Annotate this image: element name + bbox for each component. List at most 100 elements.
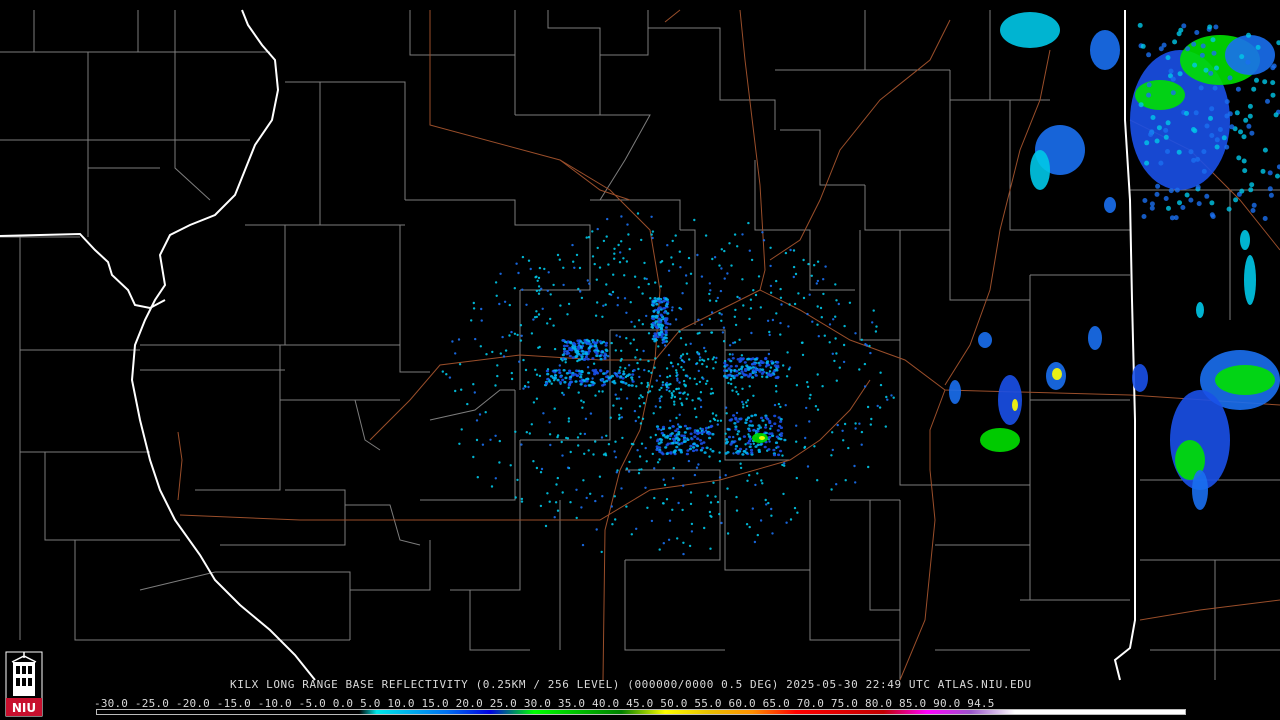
echo-cell [669, 361, 673, 364]
echo-cell [758, 364, 762, 367]
echo-cell [569, 375, 573, 379]
echo-cell [645, 460, 648, 463]
echo-cell [744, 369, 748, 373]
echo-cell [685, 452, 690, 456]
echo-cell [836, 423, 839, 427]
echo-cell [692, 446, 696, 449]
echo-cell [727, 435, 732, 439]
echo-cell [680, 442, 684, 445]
echo-cell [978, 332, 992, 348]
echo-cell [779, 321, 782, 325]
echo-cell [879, 383, 883, 387]
echo-cell [474, 337, 477, 341]
echo-cell [1166, 205, 1171, 211]
echo-cell [532, 401, 536, 404]
echo-cell [527, 385, 530, 389]
echo-cell [635, 385, 638, 388]
echo-cell [573, 342, 577, 346]
echo-cell [705, 446, 709, 450]
echo-cell [654, 433, 657, 437]
echo-cell [775, 312, 778, 315]
echo-cell [731, 357, 735, 360]
echo-cell [682, 440, 686, 444]
echo-cell [1165, 120, 1171, 126]
echo-cell [626, 223, 629, 226]
echo-cell [559, 375, 563, 379]
echo-cell [541, 307, 544, 310]
echo-cell [494, 434, 497, 437]
echo-cell [661, 425, 666, 429]
echo-cell [647, 391, 650, 394]
echo-cell [669, 451, 673, 454]
echo-cell [753, 413, 758, 417]
echo-cell [1184, 192, 1190, 198]
echo-cell [795, 424, 798, 427]
echo-cell [688, 447, 693, 451]
echo-cell [600, 550, 603, 554]
echo-cell [1163, 196, 1169, 201]
echo-cell [1248, 187, 1254, 193]
echo-cell [575, 374, 580, 377]
echo-cell [769, 427, 772, 430]
echo-cell [658, 397, 661, 400]
echo-cell [639, 422, 643, 425]
echo-cell [1000, 12, 1060, 48]
echo-cell [1137, 22, 1143, 28]
echo-cell [754, 293, 758, 297]
echo-cell [1163, 134, 1169, 140]
echo-cell [1165, 149, 1170, 154]
echo-cell [653, 339, 657, 343]
echo-cell [650, 215, 653, 218]
echo-cell [698, 359, 701, 362]
echo-cell [709, 392, 713, 395]
echo-cell [671, 425, 675, 428]
echo-cell [605, 379, 609, 383]
echo-cell [581, 406, 584, 409]
echo-cell [843, 324, 846, 328]
echo-cell [784, 251, 788, 255]
echo-cell [638, 455, 642, 458]
echo-cell [711, 449, 715, 453]
echo-cell [627, 364, 631, 367]
echo-cell [1138, 102, 1144, 108]
echo-cell [875, 325, 878, 328]
echo-cell [641, 323, 644, 326]
echo-cell [729, 378, 733, 381]
echo-cell [674, 318, 678, 321]
echo-cell [711, 392, 715, 395]
echo-cell [661, 381, 665, 384]
echo-cell [838, 366, 841, 369]
echo-cell [810, 274, 813, 277]
echo-cell [605, 434, 608, 437]
echo-cell [806, 465, 810, 468]
echo-cell [716, 419, 719, 422]
echo-cell [579, 375, 583, 379]
echo-cell [537, 285, 541, 288]
echo-cell [668, 390, 671, 393]
echo-cell [1211, 50, 1217, 56]
echo-cell [580, 506, 583, 509]
echo-cell [1209, 133, 1215, 138]
echo-cell [756, 533, 759, 537]
echo-cell [556, 253, 560, 257]
echo-cell [718, 460, 722, 463]
echo-cell [658, 374, 662, 378]
echo-cell [595, 278, 598, 281]
echo-cell [760, 416, 764, 420]
radar-map [0, 0, 1280, 720]
echo-cell [594, 314, 598, 317]
echo-cell [664, 317, 668, 321]
echo-cell [632, 338, 635, 341]
echo-cell [703, 526, 706, 530]
echo-cell [769, 246, 772, 249]
echo-cell [738, 447, 743, 451]
echo-cell [779, 405, 782, 409]
echo-cell [766, 360, 770, 363]
echo-cell [770, 373, 774, 377]
echo-cell [571, 356, 575, 359]
echo-cell [867, 465, 870, 469]
echo-cell [870, 417, 873, 421]
echo-cell [773, 403, 777, 407]
echo-cell [775, 435, 779, 439]
echo-cell [480, 319, 483, 322]
